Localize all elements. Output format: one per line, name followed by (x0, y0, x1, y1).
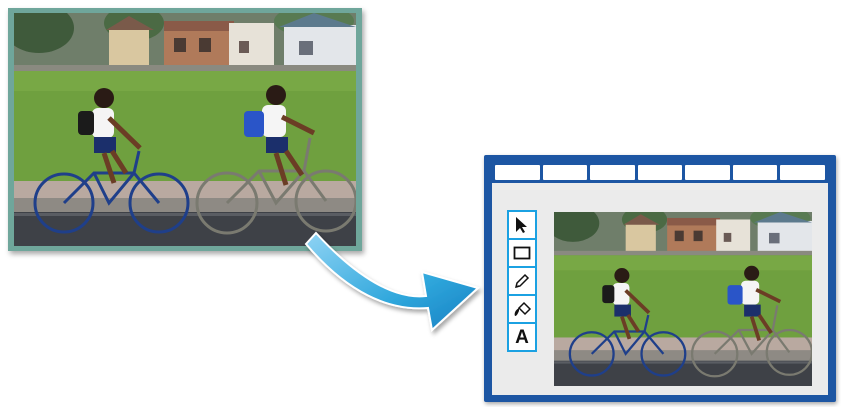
text-icon: A (515, 326, 529, 348)
fill-icon (514, 301, 532, 316)
select-tool-button[interactable] (509, 212, 535, 240)
select-arrow-icon (516, 217, 527, 233)
toolbox: A (507, 210, 537, 352)
app-workspace: A (492, 162, 828, 395)
pencil-tool-button[interactable] (509, 268, 535, 296)
menu-bar (492, 162, 828, 183)
fill-tool-button[interactable] (509, 296, 535, 324)
text-tool-button[interactable]: A (509, 324, 535, 350)
pencil-icon (514, 273, 530, 289)
menu-item-1[interactable] (495, 165, 540, 180)
menu-item-2[interactable] (542, 165, 588, 180)
menu-item-6[interactable] (732, 165, 778, 180)
menu-item-4[interactable] (637, 165, 683, 180)
rectangle-icon (513, 246, 531, 260)
app-window: A (484, 155, 836, 402)
rectangle-tool-button[interactable] (509, 240, 535, 268)
menu-item-5[interactable] (685, 165, 730, 180)
menu-item-3[interactable] (590, 165, 635, 180)
menu-item-7[interactable] (780, 165, 826, 180)
canvas-photo[interactable] (554, 212, 812, 386)
